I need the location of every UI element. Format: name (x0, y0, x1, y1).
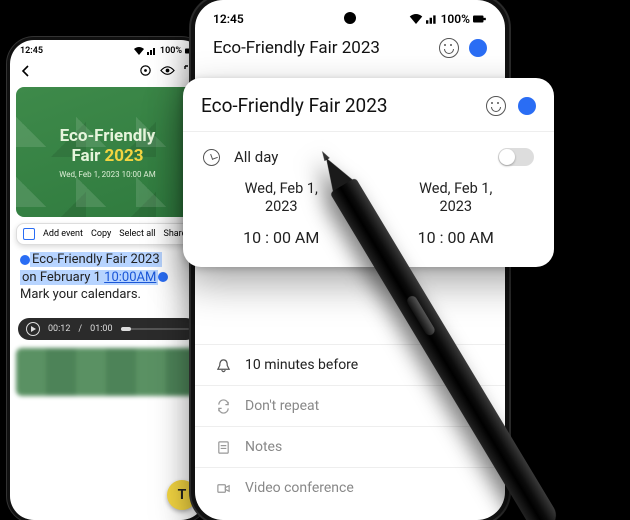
note-text-line3: Mark your calendars. (20, 287, 141, 302)
play-icon[interactable] (26, 322, 40, 336)
signal-icon (426, 14, 438, 24)
clock-icon (203, 149, 220, 166)
card-title[interactable]: Eco-Friendly Fair 2023 (201, 94, 474, 117)
poster-title-line1: Eco-Friendly (60, 126, 156, 146)
clock-text: 12:45 (213, 12, 244, 26)
battery-icon (185, 47, 195, 55)
calendar-color-dot[interactable] (469, 39, 487, 57)
repeat-icon (215, 398, 231, 414)
selection-handle-start[interactable] (20, 255, 30, 265)
all-day-toggle[interactable] (498, 148, 534, 166)
progress-bar[interactable] (121, 328, 189, 330)
status-icons: 100% (409, 12, 487, 26)
signal-icon (147, 47, 157, 55)
card-title-row[interactable]: Eco-Friendly Fair 2023 (201, 94, 536, 117)
battery-icon (473, 14, 487, 24)
phone-background: 12:45 100% Eco-Friendly Fair 2023 Wed, F… (10, 40, 205, 520)
notes-icon (215, 439, 231, 455)
eye-icon[interactable] (160, 64, 175, 77)
poster-subtitle: Wed, Feb 1, 2023 10:00 AM (59, 170, 155, 179)
emoji-icon[interactable] (486, 96, 506, 116)
back-icon[interactable] (20, 65, 32, 77)
event-title[interactable]: Eco-Friendly Fair 2023 (213, 38, 429, 58)
status-bar: 12:45 100% (10, 40, 205, 58)
audio-player[interactable]: 00:12 / 01:00 (18, 318, 197, 340)
selection-handle-end[interactable] (158, 272, 168, 282)
notes-row[interactable]: Notes (195, 427, 505, 467)
thumbnail-strip (16, 348, 199, 396)
event-title-row[interactable]: Eco-Friendly Fair 2023 (195, 30, 505, 68)
event-poster: Eco-Friendly Fair 2023 Wed, Feb 1, 2023 … (16, 87, 199, 217)
total-time: 01:00 (90, 324, 112, 334)
poster-title-line2: Fair 2023 (71, 146, 143, 166)
wifi-icon (409, 14, 423, 24)
notes-label: Notes (245, 439, 282, 455)
bell-icon (215, 357, 231, 373)
video-icon (215, 480, 231, 496)
calendar-color-dot[interactable] (518, 97, 536, 115)
battery-text: 100% (441, 12, 470, 26)
text-context-menu: Add event Copy Select all Share (16, 223, 199, 245)
scan-icon[interactable] (139, 64, 152, 77)
status-icons: 100% (134, 46, 195, 56)
note-toolbar (10, 58, 205, 83)
copy-button[interactable]: Copy (91, 229, 111, 239)
selected-text-line1: Eco-Friendly Fair 2023 (30, 252, 162, 267)
clock-text: 12:45 (20, 46, 43, 56)
battery-text: 100% (160, 46, 182, 56)
expand-icon[interactable] (183, 64, 195, 77)
all-day-row[interactable]: All day (201, 132, 536, 172)
end-datetime[interactable]: Wed, Feb 1,2023 10 : 00 AM (380, 180, 533, 247)
calendar-icon (23, 228, 35, 240)
text-mode-fab[interactable]: T (167, 480, 197, 510)
video-row[interactable]: Video conference (195, 468, 505, 508)
all-day-label: All day (234, 148, 484, 166)
elapsed-time: 00:12 (48, 324, 70, 334)
reminder-label: 10 minutes before (245, 357, 358, 373)
wifi-icon (134, 47, 144, 55)
selected-text-line2: on February 1 10:00AM (20, 270, 158, 285)
emoji-icon[interactable] (439, 38, 459, 58)
add-event-button[interactable]: Add event (43, 229, 83, 239)
select-all-button[interactable]: Select all (119, 229, 155, 239)
repeat-label: Don't repeat (245, 398, 319, 414)
note-body[interactable]: Eco-Friendly Fair 2023 on February 1 10:… (20, 251, 195, 304)
video-label: Video conference (245, 480, 354, 496)
camera-hole (344, 12, 356, 24)
